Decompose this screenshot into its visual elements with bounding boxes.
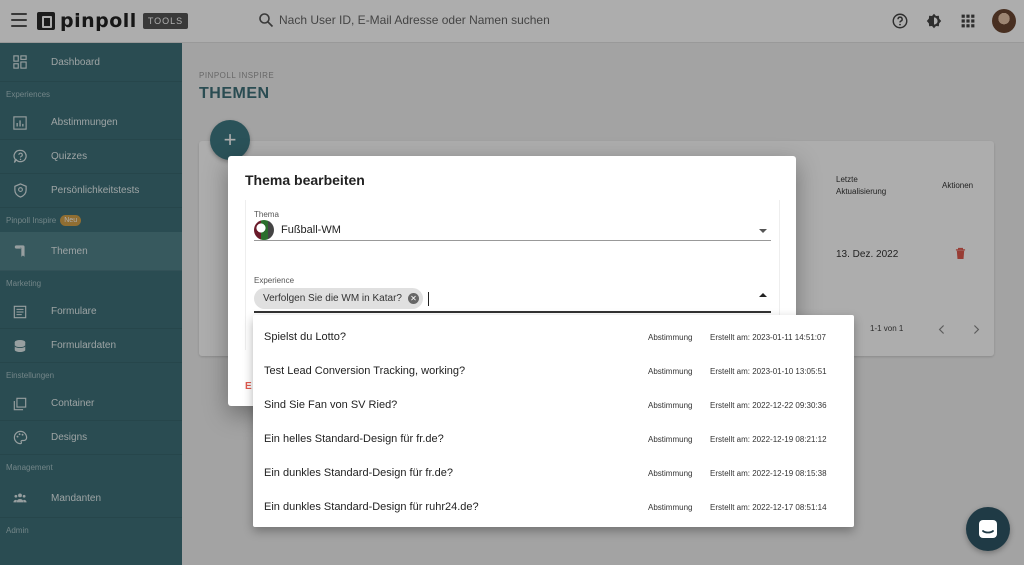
option-created: Erstellt am: 2022-12-19 08:21:12 [710,434,827,444]
option-type: Abstimmung [648,332,693,342]
option-item[interactable]: Sind Sie Fan von SV Ried? Abstimmung Ers… [253,388,854,422]
option-item[interactable]: Ein helles Standard-Design für fr.de? Ab… [253,422,854,456]
thema-label: Thema [254,210,279,219]
chip-label: Verfolgen Sie die WM in Katar? [263,293,402,304]
option-item[interactable]: Ein dunkles Standard-Design für fr.de? A… [253,456,854,490]
thema-select[interactable]: Fußball-WM [254,220,771,241]
option-item[interactable]: Ein dunkles Standard-Design für ruhr24.d… [253,490,854,524]
option-type: Abstimmung [648,400,693,410]
experience-autocomplete[interactable]: Verfolgen Sie die WM in Katar? ✕ [254,286,771,313]
option-type: Abstimmung [648,366,693,376]
option-item[interactable]: Spielst du Lotto? Abstimmung Erstellt am… [253,320,854,354]
option-created: Erstellt am: 2022-12-22 09:30:36 [710,400,827,410]
thema-value: Fußball-WM [281,224,341,236]
option-name: Spielst du Lotto? [264,331,346,343]
theme-image-icon [254,220,274,240]
caret-down-icon[interactable] [759,229,767,233]
option-created: Erstellt am: 2023-01-10 13:05:51 [710,366,827,376]
option-type: Abstimmung [648,468,693,478]
option-type: Abstimmung [648,434,693,444]
option-name: Test Lead Conversion Tracking, working? [264,365,466,377]
experience-options-list: Spielst du Lotto? Abstimmung Erstellt am… [253,315,854,527]
option-name: Sind Sie Fan von SV Ried? [264,399,398,411]
chat-icon [979,520,997,538]
option-created: Erstellt am: 2022-12-17 08:51:14 [710,502,827,512]
dialog-title: Thema bearbeiten [245,172,365,188]
dialog-footer-button[interactable]: E [245,381,252,392]
chip-remove-icon[interactable]: ✕ [407,293,419,304]
option-type: Abstimmung [648,502,693,512]
option-name: Ein dunkles Standard-Design für fr.de? [264,467,453,479]
caret-up-icon[interactable] [759,293,767,297]
option-created: Erstellt am: 2022-12-19 08:15:38 [710,468,827,478]
chat-launcher-button[interactable] [966,507,1010,551]
experience-label: Experience [254,276,295,285]
option-name: Ein helles Standard-Design für fr.de? [264,433,444,445]
option-created: Erstellt am: 2023-01-11 14:51:07 [710,332,826,342]
option-name: Ein dunkles Standard-Design für ruhr24.d… [264,501,479,513]
option-item[interactable]: Test Lead Conversion Tracking, working? … [253,354,854,388]
text-cursor [427,291,429,306]
experience-chip: Verfolgen Sie die WM in Katar? ✕ [254,288,423,309]
